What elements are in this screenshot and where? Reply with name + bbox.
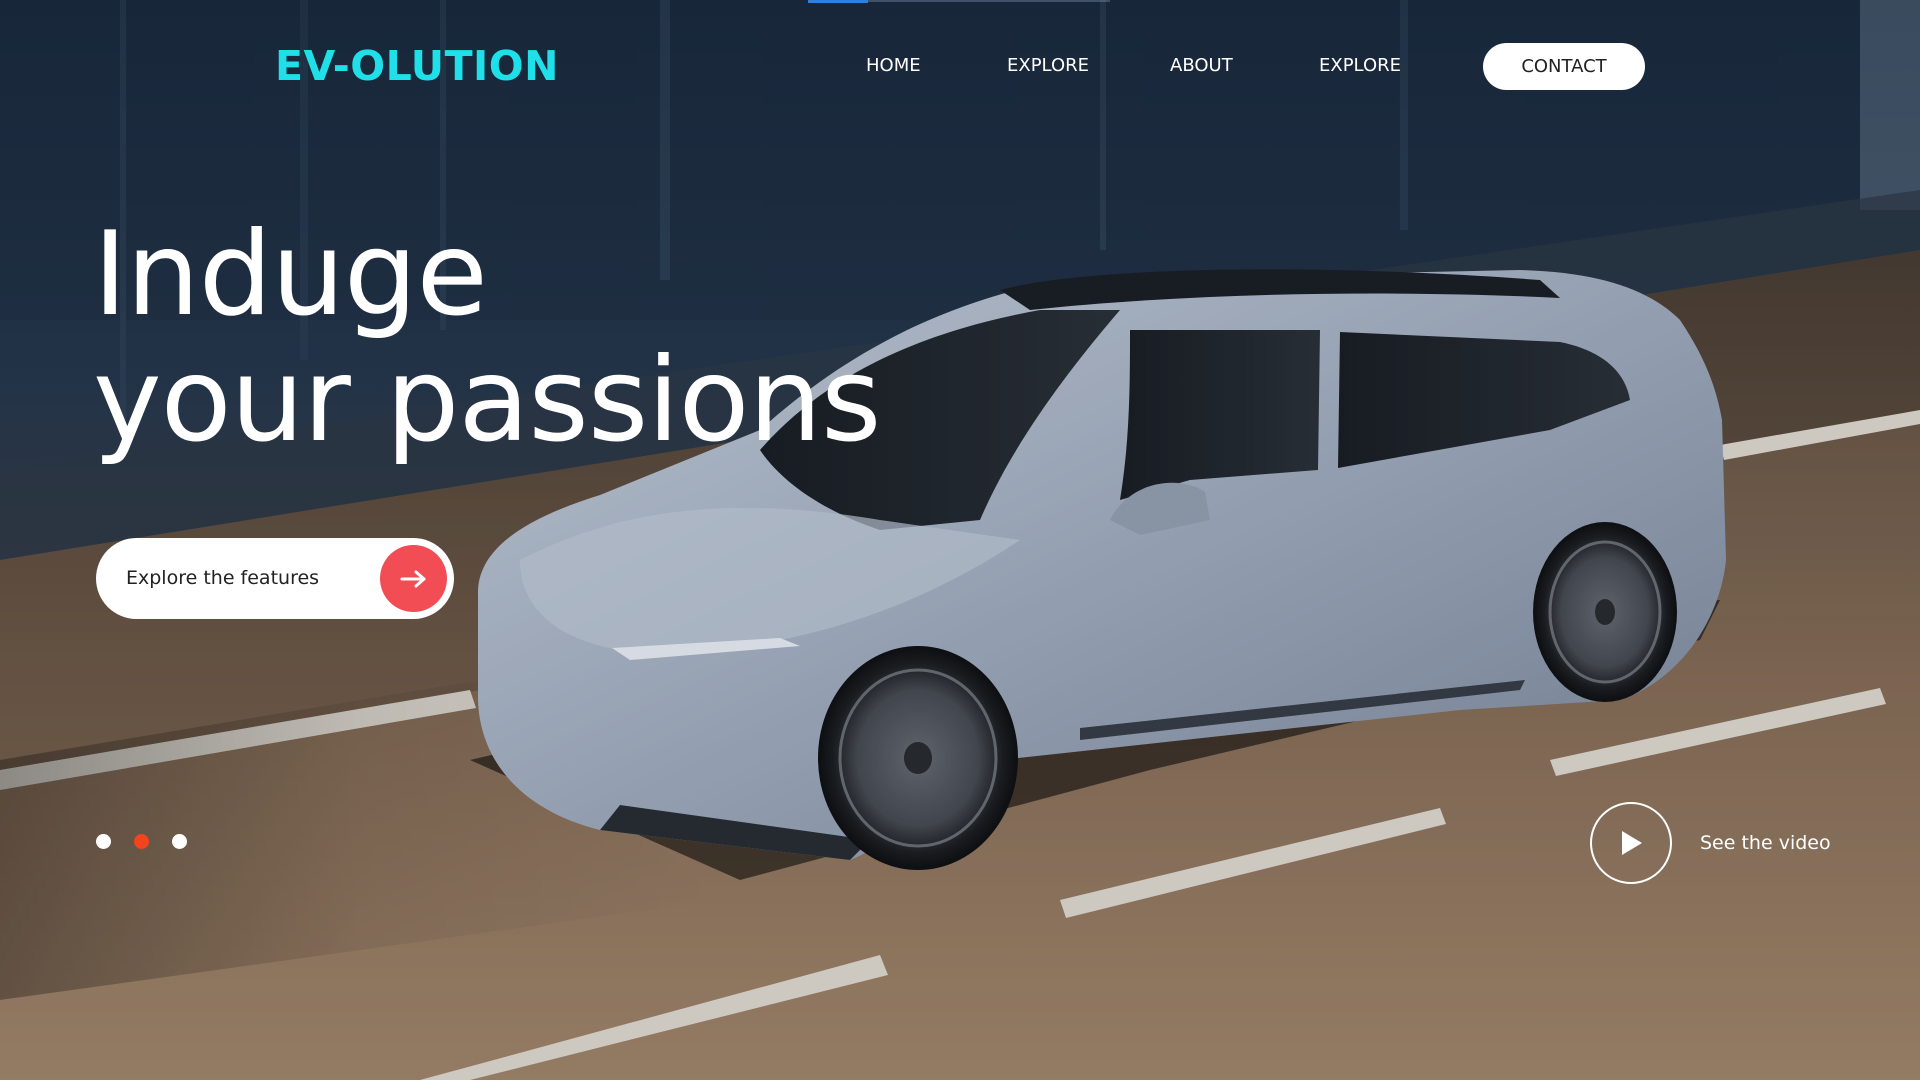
- hero-section: EV-OLUTION HOME EXPLORE ABOUT EXPLORE CO…: [0, 0, 1920, 1080]
- see-video-label: See the video: [1700, 832, 1831, 854]
- nav-item-home[interactable]: HOME: [866, 42, 921, 90]
- contact-button[interactable]: CONTACT: [1483, 43, 1645, 90]
- hero-headline-line-1: Induge: [93, 207, 488, 342]
- nav-item-explore-2[interactable]: EXPLORE: [1319, 42, 1401, 90]
- slide-dot-2-active[interactable]: [134, 834, 149, 849]
- slide-dot-3[interactable]: [172, 834, 187, 849]
- explore-features-label: Explore the features: [126, 567, 320, 589]
- slide-pagination: [96, 834, 196, 850]
- hero-headline-line-2: your passions: [93, 333, 881, 468]
- slide-dot-1[interactable]: [96, 834, 111, 849]
- explore-features-button[interactable]: Explore the features: [96, 538, 454, 619]
- see-video-button[interactable]: See the video: [1590, 802, 1840, 884]
- nav-item-about[interactable]: ABOUT: [1170, 42, 1233, 90]
- top-progress-indicator: [808, 0, 868, 3]
- arrow-right-icon: [380, 545, 447, 612]
- play-icon: [1590, 802, 1672, 884]
- brand-logo[interactable]: EV-OLUTION: [275, 38, 559, 94]
- hero-headline: Induge your passions: [93, 207, 881, 468]
- nav-item-explore[interactable]: EXPLORE: [1007, 42, 1089, 90]
- top-progress-track: [868, 0, 1110, 2]
- main-nav: HOME EXPLORE ABOUT EXPLORE CONTACT: [840, 42, 1646, 90]
